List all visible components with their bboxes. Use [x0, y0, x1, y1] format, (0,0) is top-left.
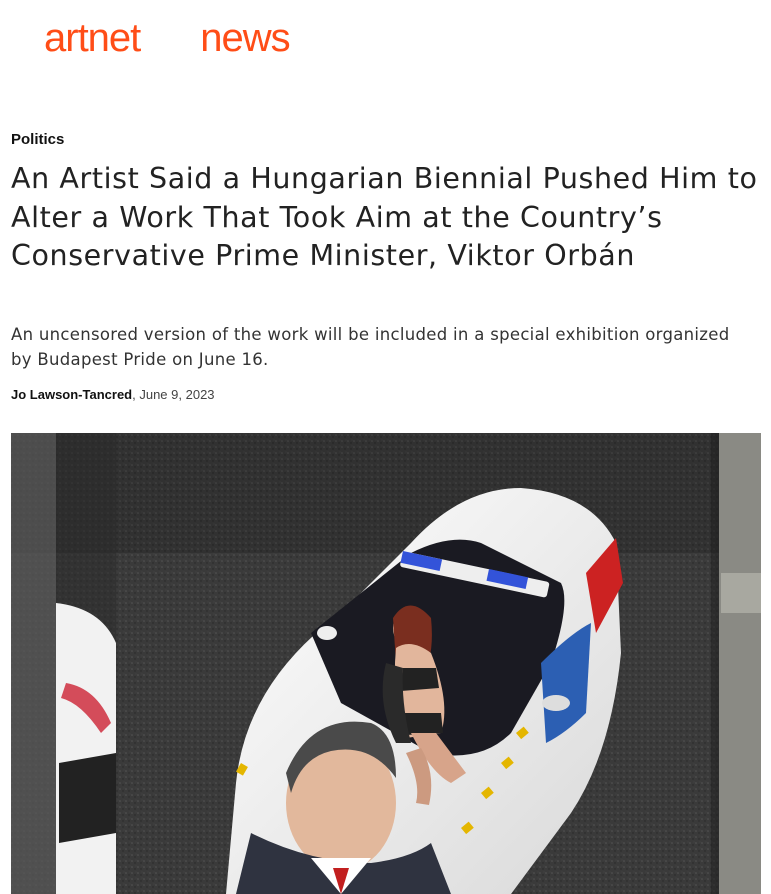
- hero-image-illustration: [11, 433, 761, 894]
- headline: An Artist Said a Hungarian Biennial Push…: [11, 162, 758, 272]
- author-link[interactable]: Jo Lawson-Tancred: [11, 387, 132, 402]
- category-label[interactable]: Politics: [11, 131, 64, 148]
- publish-date: , June 9, 2023: [132, 387, 215, 402]
- logo-news[interactable]: news: [200, 18, 290, 58]
- article-dek: An uncensored version of the work will b…: [11, 325, 730, 369]
- hero-image[interactable]: [11, 433, 761, 894]
- logo-artnet[interactable]: artnet: [44, 18, 141, 58]
- byline: Jo Lawson-Tancred, June 9, 2023: [11, 387, 215, 402]
- artnet-news-logo[interactable]: artnet news: [44, 18, 291, 58]
